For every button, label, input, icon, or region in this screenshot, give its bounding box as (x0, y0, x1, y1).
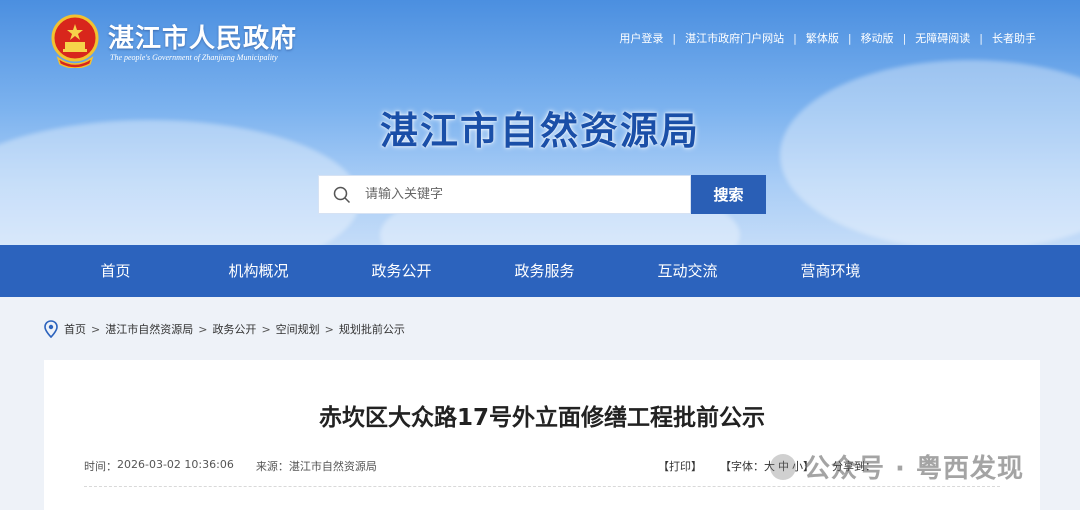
nav-item-interaction[interactable]: 互动交流 (616, 245, 759, 297)
top-link-separator: | (979, 31, 983, 45)
meta-divider (84, 486, 1000, 487)
nav-item-business-environment[interactable]: 营商环境 (759, 245, 902, 297)
breadcrumb: 首页 > 湛江市自然资源局 > 政务公开 > 空间规划 > 规划批前公示 (44, 320, 405, 338)
breadcrumb-separator: > (324, 322, 334, 336)
nav-item-home[interactable]: 首页 (44, 245, 187, 297)
top-link-login[interactable]: 用户登录 (619, 30, 663, 46)
top-link-accessibility[interactable]: 无障碍阅读 (915, 30, 970, 46)
national-emblem-icon[interactable] (50, 14, 100, 68)
watermark-text: 公众号 · 粤西发现 (804, 454, 1024, 484)
top-link-traditional[interactable]: 繁体版 (806, 30, 839, 46)
watermark: 公众号 · 粤西发现 (770, 448, 1024, 485)
nav-item-government-affairs[interactable]: 政务公开 (330, 245, 473, 297)
breadcrumb-separator: > (91, 322, 101, 336)
bureau-title: 湛江市自然资源局 (379, 109, 700, 153)
article-title: 赤坎区大众路17号外立面修缮工程批前公示 (318, 405, 765, 431)
print-button[interactable]: 【打印】 (658, 458, 702, 474)
main-nav: 首页 机构概况 政务公开 政务服务 互动交流 营商环境 (0, 245, 1080, 297)
top-link-elder-assistant[interactable]: 长者助手 (992, 30, 1036, 46)
top-link-separator: | (847, 31, 852, 45)
location-pin-icon (44, 320, 58, 338)
top-link-separator: | (902, 31, 907, 45)
article-meta: 时间： 2026-03-02 10:36:06 来源： 湛江市自然资源局 (84, 458, 377, 474)
source-value: 湛江市自然资源局 (288, 460, 377, 473)
search-bar: 搜索 (318, 175, 766, 214)
breadcrumb-separator: > (198, 322, 208, 336)
breadcrumb-government-affairs[interactable]: 政务公开 (212, 321, 256, 337)
breadcrumb-planning-notice[interactable]: 规划批前公示 (339, 321, 405, 337)
search-button[interactable]: 搜索 (691, 175, 766, 214)
search-icon (333, 186, 351, 203)
government-subtitle: The people's Government of Zhanjiang Mun… (110, 53, 278, 62)
site-header: 湛江市人民政府 The people's Government of Zhanj… (0, 0, 1080, 245)
source-label: 来源： (255, 460, 289, 473)
government-title[interactable]: 湛江市人民政府 (108, 18, 297, 55)
search-box (318, 175, 691, 214)
nav-item-services[interactable]: 政务服务 (473, 245, 616, 297)
top-link-separator: | (672, 31, 677, 45)
breadcrumb-home[interactable]: 首页 (64, 321, 86, 337)
breadcrumb-bureau[interactable]: 湛江市自然资源局 (105, 321, 193, 337)
top-link-portal[interactable]: 湛江市政府门户网站 (685, 30, 784, 46)
breadcrumb-spatial-planning[interactable]: 空间规划 (276, 321, 320, 337)
search-input[interactable] (365, 187, 645, 202)
font-size-label: 【字体： (720, 460, 764, 473)
wechat-icon (770, 453, 796, 480)
top-link-mobile[interactable]: 移动版 (861, 30, 894, 46)
article-panel: 赤坎区大众路17号外立面修缮工程批前公示 时间： 2026-03-02 10:3… (44, 360, 1040, 510)
top-link-separator: | (793, 31, 797, 45)
time-value: 2026-03-02 10:36:06 (117, 458, 234, 471)
nav-item-organization[interactable]: 机构概况 (187, 245, 330, 297)
breadcrumb-separator: > (261, 322, 271, 336)
time-label: 时间： (84, 460, 117, 473)
top-links: 用户登录 | 湛江市政府门户网站 | 繁体版 | 移动版 | 无障碍阅读 | 长… (619, 30, 1036, 46)
